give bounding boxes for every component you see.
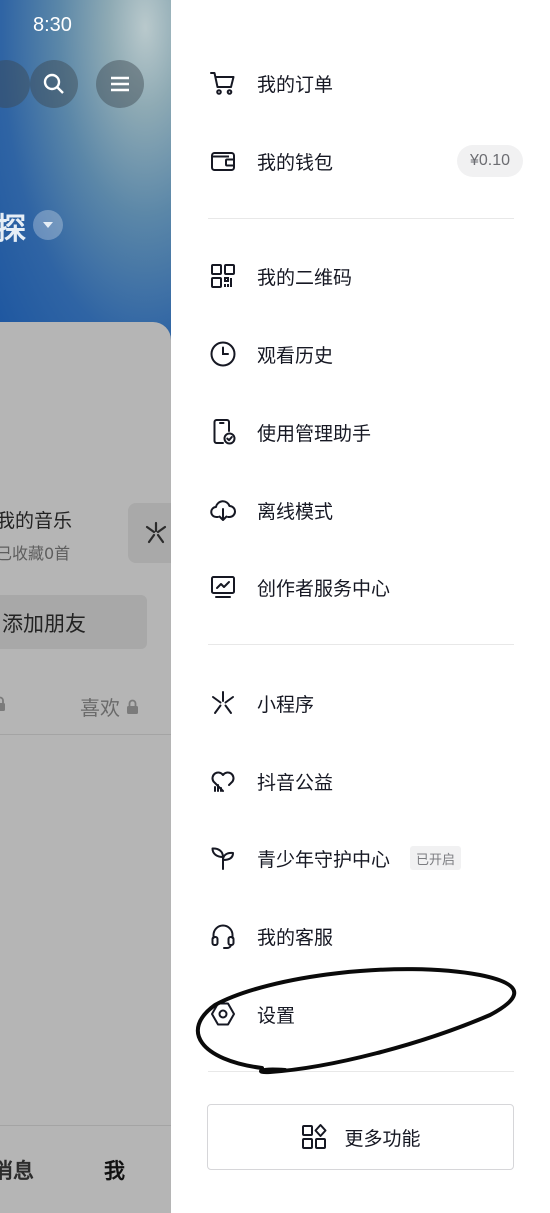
sprout-icon [208, 843, 238, 873]
caret-down-icon [43, 222, 53, 228]
add-friend-button[interactable]: 添加朋友 [0, 595, 147, 649]
settings-hex-icon [208, 999, 238, 1029]
tab-likes[interactable]: 喜欢 [80, 692, 139, 721]
menu-item-label: 青少年守护中心 [257, 848, 391, 871]
background-profile-page[interactable]: 8:30 探 我的音乐 已收藏0首 添加朋友 喜欢 消息 我 [0, 0, 171, 1213]
tab-lock-partial [0, 696, 6, 716]
nav-me[interactable]: 我 [104, 1155, 125, 1185]
nav-messages[interactable]: 消息 [0, 1155, 34, 1185]
phone-check-icon [208, 417, 238, 447]
tab-likes-label: 喜欢 [80, 696, 120, 720]
profile-name-partial: 探 [0, 212, 26, 247]
menu-divider [208, 218, 514, 219]
menu-item-label: 观看历史 [257, 344, 334, 367]
menu-button[interactable] [96, 60, 144, 108]
more-features-button[interactable]: 更多功能 [207, 1104, 514, 1170]
profile-content-card [0, 322, 171, 1213]
headset-icon [208, 921, 238, 951]
menu-item-customer-service[interactable]: 我的客服 [171, 908, 550, 964]
mini-program-icon [208, 688, 238, 718]
wallet-icon [208, 146, 238, 176]
menu-item-orders[interactable]: 我的订单 [171, 55, 550, 111]
qrcode-icon [208, 261, 238, 291]
bottom-nav-divider [0, 1125, 171, 1126]
menu-item-label: 我的客服 [257, 926, 334, 949]
side-drawer: 我的订单 我的钱包 ¥0.10 我的二维码 观看历史 使用管理助手 离线模式 创… [171, 0, 550, 1213]
menu-item-youth-protection[interactable]: 青少年守护中心 [171, 830, 550, 886]
menu-item-label: 抖音公益 [257, 771, 334, 794]
lock-icon [0, 696, 5, 711]
clock-icon [208, 339, 238, 369]
menu-item-label: 我的二维码 [257, 266, 353, 289]
youth-protection-status-badge: 已开启 [410, 846, 462, 870]
creator-monitor-icon [208, 572, 238, 602]
lock-icon [127, 699, 138, 714]
tab-divider [0, 734, 171, 735]
add-friend-label: 添加朋友 [2, 612, 86, 636]
menu-item-history[interactable]: 观看历史 [171, 326, 550, 382]
menu-item-offline-mode[interactable]: 离线模式 [171, 482, 550, 538]
mini-program-tile[interactable] [128, 503, 171, 563]
charity-heart-icon [208, 766, 238, 796]
menu-item-usage-assistant[interactable]: 使用管理助手 [171, 404, 550, 460]
menu-item-settings[interactable]: 设置 [171, 986, 550, 1042]
menu-item-label: 离线模式 [257, 500, 334, 523]
hamburger-icon [111, 76, 129, 92]
menu-item-label: 使用管理助手 [257, 422, 372, 445]
menu-divider [208, 1071, 514, 1072]
menu-item-qrcode[interactable]: 我的二维码 [171, 248, 550, 304]
search-button[interactable] [30, 60, 78, 108]
menu-item-label: 设置 [257, 1004, 296, 1027]
grid-more-icon [302, 1124, 327, 1149]
menu-item-mini-programs[interactable]: 小程序 [171, 675, 550, 731]
menu-item-label: 小程序 [257, 693, 315, 716]
menu-item-label: 创作者服务中心 [257, 577, 391, 600]
status-time: 8:30 [33, 14, 72, 36]
more-features-label: 更多功能 [344, 1127, 421, 1150]
search-icon [43, 73, 64, 94]
menu-item-charity[interactable]: 抖音公益 [171, 753, 550, 809]
profile-header-background [0, 0, 171, 345]
menu-divider [208, 644, 514, 645]
mini-program-icon [145, 521, 167, 544]
menu-item-creator-center[interactable]: 创作者服务中心 [171, 559, 550, 615]
cart-icon [208, 68, 238, 98]
menu-item-label: 我的钱包 [257, 151, 334, 174]
my-music-title[interactable]: 我的音乐 [0, 506, 72, 533]
menu-item-label: 我的订单 [257, 73, 334, 96]
my-music-subtitle: 已收藏0首 [0, 544, 71, 563]
cloud-download-icon [208, 495, 238, 525]
wallet-balance-badge: ¥0.10 [457, 145, 524, 177]
account-switch-button[interactable] [33, 210, 63, 240]
